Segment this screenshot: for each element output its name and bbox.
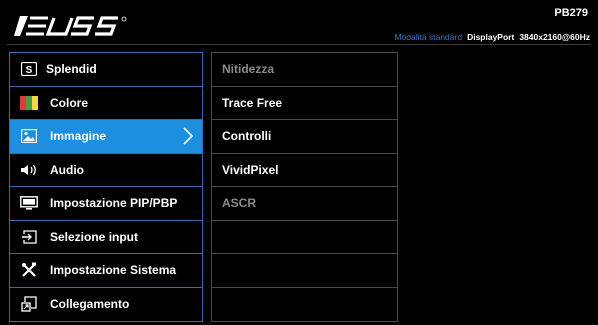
tools-icon [20,262,38,278]
display-mode: Modalità standard [394,32,463,42]
main-menu: S Splendid Colore Immagine Audio Imposta… [9,52,203,322]
svg-text:S: S [26,65,33,76]
color-icon [20,95,38,111]
menu-item-label: Selezione input [50,229,139,244]
menu-item-collegamento[interactable]: Collegamento [10,288,202,322]
submenu-item-ascr: ASCR [212,187,397,221]
menu-item-colore[interactable]: Colore [10,87,202,120]
input-source: DisplayPort [467,32,515,42]
submenu-item-controlli[interactable]: Controlli [212,120,397,154]
submenu-item-nitidezza: Nitidezza [212,53,397,87]
asus-logo [14,16,127,36]
submenu-item-trace-free[interactable]: Trace Free [212,87,397,120]
image-icon [20,128,38,144]
splendid-icon: S [20,61,38,77]
input-icon [20,229,38,245]
menu-item-label: Colore [50,95,89,110]
menu-item-immagine[interactable]: Immagine [10,120,202,154]
header-divider [7,44,591,45]
chevron-right-icon [183,127,194,145]
menu-item-pip-pbp[interactable]: Impostazione PIP/PBP [10,187,202,221]
menu-item-label: Splendid [46,62,97,77]
monitor-icon [20,195,38,211]
menu-item-splendid[interactable]: S Splendid [10,53,202,87]
submenu-item-empty [212,288,397,322]
submenu: Nitidezza Trace Free Controlli VividPixe… [211,52,398,322]
speaker-icon [20,162,38,178]
menu-item-label: Audio [50,162,84,177]
menu-item-label: Collegamento [50,297,130,312]
menu-item-selezione-input[interactable]: Selezione input [10,221,202,254]
model-name: PB279 [554,7,588,19]
resolution: 3840x2160@60Hz [519,32,590,42]
menu-item-label: Impostazione PIP/PBP [50,196,178,211]
submenu-item-empty [212,254,397,288]
shortcut-icon [20,296,38,312]
menu-item-label: Impostazione Sistema [50,263,177,278]
submenu-item-empty [212,221,397,254]
status-line: Modalità standard DisplayPort 3840x2160@60… [394,32,590,42]
menu-item-audio[interactable]: Audio [10,154,202,187]
menu-item-impostazione-sistema[interactable]: Impostazione Sistema [10,254,202,288]
submenu-item-vividpixel[interactable]: VividPixel [212,154,397,187]
menu-item-label: Immagine [50,129,107,144]
